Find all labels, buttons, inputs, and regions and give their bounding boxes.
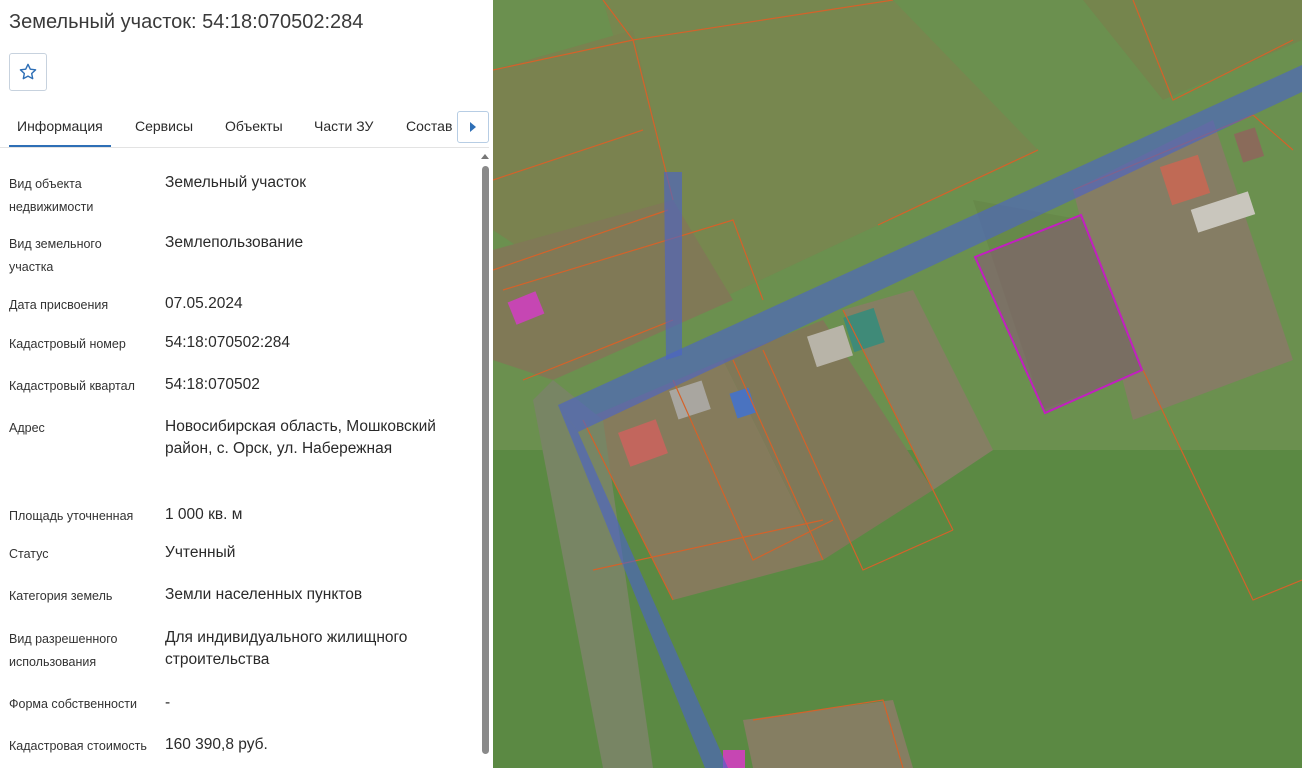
scroll-up-arrow-icon[interactable] — [481, 154, 489, 159]
info-value: 54:18:070502:284 — [165, 334, 290, 351]
star-icon — [19, 63, 37, 80]
info-value: Учтенный — [165, 544, 236, 561]
tab-bar: Информация Сервисы Объекты Части ЗУ Сост… — [0, 104, 489, 148]
info-label: Кадастровый номер — [9, 337, 126, 351]
caret-right-icon — [470, 122, 476, 132]
info-value: - — [165, 694, 171, 711]
info-label: Вид разрешенного использования — [9, 632, 118, 669]
info-label: Адрес — [9, 421, 45, 435]
tab-composition[interactable]: Состав — [406, 104, 452, 147]
info-label: Кадастровая стоимость — [9, 739, 147, 753]
info-label: Дата присвоения — [9, 298, 109, 312]
info-label: Форма собственности — [9, 697, 137, 711]
info-value: Земли населенных пунктов — [165, 586, 363, 603]
satellite-map[interactable] — [493, 0, 1302, 768]
info-label: Вид земельного участка — [9, 237, 102, 274]
info-value: 1 000 кв. м — [165, 506, 243, 523]
info-value: 54:18:070502 — [165, 376, 260, 393]
tab-parts[interactable]: Части ЗУ — [314, 104, 373, 147]
scrollbar-thumb[interactable] — [482, 166, 489, 754]
page-title: Земельный участок: 54:18:070502:284 — [9, 11, 364, 33]
info-value: Земельный участок — [165, 174, 307, 191]
tab-information[interactable]: Информация — [9, 104, 111, 147]
info-value: Землепользование — [165, 234, 304, 251]
tab-objects[interactable]: Объекты — [225, 104, 283, 147]
favorite-button[interactable] — [9, 53, 47, 91]
info-list: Вид объекта недвижимости Земельный участ… — [0, 148, 478, 768]
map-view[interactable] — [493, 0, 1302, 768]
info-panel: Земельный участок: 54:18:070502:284 Инфо… — [0, 0, 493, 768]
info-value: 160 390,8 руб. — [165, 736, 268, 753]
info-label: Статус — [9, 547, 49, 561]
tab-scroll-button[interactable] — [457, 111, 489, 143]
info-label: Категория земель — [9, 589, 113, 603]
info-value: 07.05.2024 — [165, 295, 243, 312]
info-label: Площадь уточненная — [9, 509, 134, 523]
info-label: Кадастровый квартал — [9, 379, 135, 393]
info-value: Для индивидуального жилищного строительс… — [165, 629, 408, 668]
tab-services[interactable]: Сервисы — [135, 104, 193, 147]
info-label: Вид объекта недвижимости — [9, 177, 94, 214]
info-value: Новосибирская область, Мошковский район,… — [165, 418, 436, 457]
